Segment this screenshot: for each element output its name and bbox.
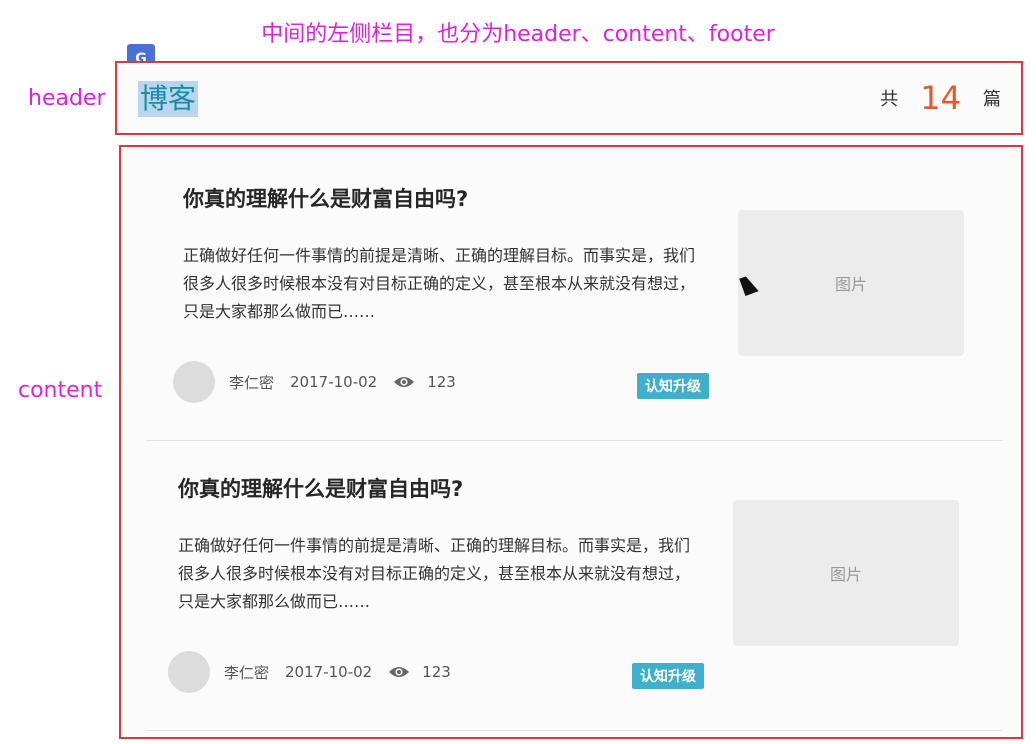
article-meta: 李仁密 2017-10-02 123 认知升级 bbox=[173, 359, 709, 405]
count-suffix: 篇 bbox=[983, 89, 1001, 110]
avatar[interactable] bbox=[173, 361, 215, 403]
page-title[interactable]: 博客 bbox=[138, 81, 199, 117]
annotation-layout-note: 中间的左侧栏目，也分为header、content、footer bbox=[261, 22, 775, 47]
article-thumbnail[interactable]: 图片 bbox=[733, 500, 959, 646]
article-item[interactable]: 你真的理解什么是财富自由吗? 正确做好任何一件事情的前提是清晰、正确的理解目标。… bbox=[142, 437, 998, 717]
view-count: 123 bbox=[422, 663, 451, 681]
eye-icon bbox=[394, 377, 415, 387]
publish-date: 2017-10-02 bbox=[290, 373, 378, 391]
publish-date: 2017-10-02 bbox=[285, 663, 373, 681]
count-value: 14 bbox=[920, 79, 961, 117]
article-title[interactable]: 你真的理解什么是财富自由吗? bbox=[183, 183, 468, 213]
article-item[interactable]: 你真的理解什么是财富自由吗? 正确做好任何一件事情的前提是清晰、正确的理解目标。… bbox=[147, 147, 1003, 427]
category-tag[interactable]: 认知升级 bbox=[632, 663, 704, 689]
view-count: 123 bbox=[427, 373, 456, 391]
count-prefix: 共 bbox=[880, 89, 899, 110]
blog-content: 你真的理解什么是财富自由吗? 正确做好任何一件事情的前提是清晰、正确的理解目标。… bbox=[119, 145, 1023, 739]
article-count: 共 14 篇 bbox=[880, 80, 1001, 116]
author-name[interactable]: 李仁密 bbox=[229, 372, 274, 393]
avatar[interactable] bbox=[168, 651, 210, 693]
article-title[interactable]: 你真的理解什么是财富自由吗? bbox=[178, 473, 463, 503]
annotation-content-label: content bbox=[18, 378, 103, 403]
blog-header: 博客 共 14 篇 bbox=[115, 61, 1023, 135]
author-name[interactable]: 李仁密 bbox=[224, 662, 269, 683]
article-thumbnail[interactable]: 图片 bbox=[738, 210, 964, 356]
article-meta: 李仁密 2017-10-02 123 认知升级 bbox=[168, 649, 704, 695]
article-summary: 正确做好任何一件事情的前提是清晰、正确的理解目标。而事实是，我们很多人很多时候根… bbox=[183, 246, 696, 321]
thumbnail-label: 图片 bbox=[834, 275, 867, 294]
annotation-header-label: header bbox=[28, 86, 106, 111]
thumbnail-label: 图片 bbox=[829, 565, 862, 584]
divider bbox=[147, 730, 1003, 731]
article-summary: 正确做好任何一件事情的前提是清晰、正确的理解目标。而事实是，我们很多人很多时候根… bbox=[178, 536, 691, 611]
category-tag[interactable]: 认知升级 bbox=[637, 373, 709, 399]
eye-icon bbox=[389, 667, 410, 677]
